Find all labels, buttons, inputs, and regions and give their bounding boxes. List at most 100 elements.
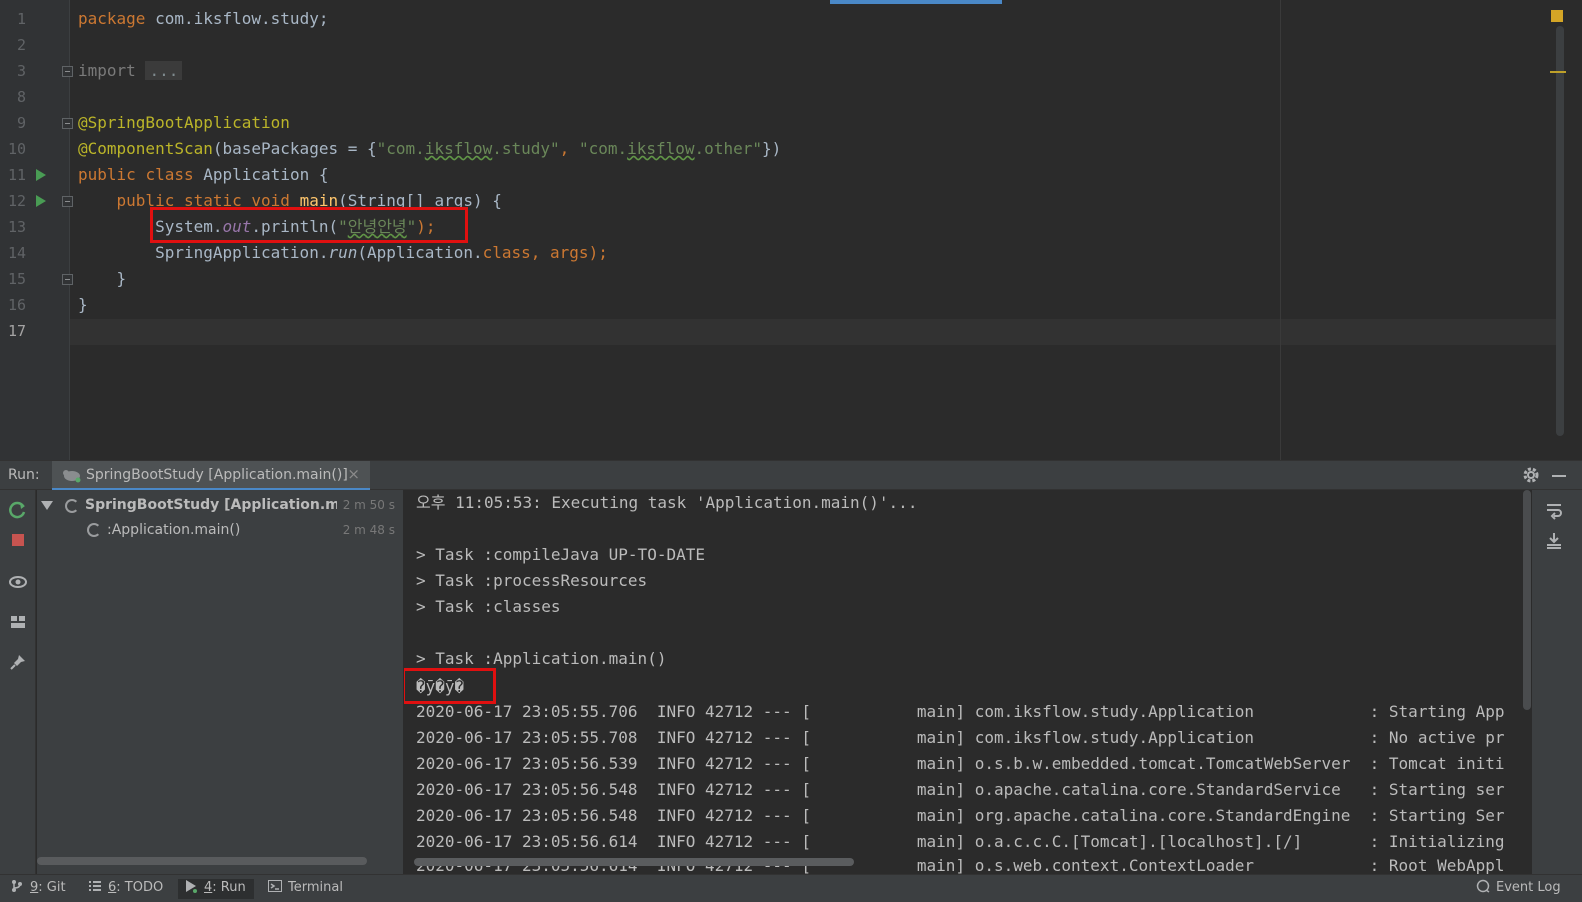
line-number: 10 [7, 140, 26, 158]
code-line-14: SpringApplication.run(Application.class,… [78, 240, 608, 266]
console-side-toolbar [1532, 490, 1582, 874]
git-tab[interactable]: 9: Git [10, 879, 72, 899]
code-token: }) [761, 139, 782, 158]
code-token: { [318, 165, 329, 184]
line-number: 9 [16, 114, 26, 132]
console-line: 2020-06-17 23:05:56.548 INFO 42712 --- [… [416, 806, 1505, 825]
run-tab-title: SpringBootStudy [Application.main()] [86, 467, 348, 483]
line-number: 12 [7, 192, 26, 210]
run-tree: SpringBootStudy [Application.main( 2 m 5… [37, 490, 403, 874]
code-token: (basePackages = { [212, 139, 377, 158]
code-token: iksflow [627, 139, 695, 158]
code-token: class [482, 243, 531, 262]
layout-icon[interactable] [8, 612, 28, 632]
code-token: .other" [694, 139, 762, 158]
run-main-gutter-icon[interactable] [36, 195, 46, 207]
code-line-1: package com.iksflow.study; [78, 6, 328, 32]
code-token: "com. [376, 139, 425, 158]
run-tab-label: : Run [212, 880, 246, 895]
run-class-gutter-icon[interactable] [36, 169, 46, 181]
console-line: > Task :compileJava UP-TO-DATE [416, 545, 705, 564]
stop-icon[interactable] [8, 530, 28, 550]
code-line-15: } [78, 266, 127, 292]
eye-icon[interactable] [8, 572, 28, 592]
console-line: > Task :classes [416, 597, 561, 616]
code-token: SpringApplication. [155, 243, 329, 262]
soft-wrap-icon[interactable] [1544, 500, 1564, 520]
line-number: 2 [16, 36, 26, 54]
folded-imports[interactable]: ... [145, 61, 183, 80]
rerun-icon[interactable] [8, 500, 28, 520]
terminal-icon [268, 880, 282, 892]
gear-icon[interactable] [1522, 466, 1540, 484]
editor-vertical-scrollbar[interactable] [1556, 26, 1564, 436]
highlight-box-garbled-output [404, 668, 496, 704]
line-number: 16 [7, 296, 26, 314]
caret-line-highlight [70, 319, 1560, 345]
event-log-icon [1476, 879, 1490, 893]
todo-tab-label: : TODO [116, 880, 164, 895]
todo-tab[interactable]: 6: TODO [88, 879, 168, 899]
console-line: 2020-06-17 23:05:55.706 INFO 42712 --- [… [416, 702, 1505, 721]
code-line-10: @ComponentScan(basePackages = {"com.iksf… [78, 136, 781, 162]
close-tab-icon[interactable]: × [347, 465, 360, 483]
running-spinner-icon [87, 523, 101, 537]
run-config-tab[interactable]: SpringBootStudy [Application.main()] × [52, 461, 370, 491]
line-number-current: 17 [7, 322, 26, 340]
code-token: package [78, 9, 146, 28]
line-number: 8 [16, 88, 26, 106]
console-line: 2020-06-17 23:05:55.708 INFO 42712 --- [… [416, 728, 1505, 747]
warning-marker[interactable] [1550, 71, 1566, 73]
console-vertical-scrollbar[interactable] [1523, 490, 1531, 710]
line-number: 14 [7, 244, 26, 262]
list-icon [89, 881, 101, 891]
console-horizontal-scrollbar[interactable] [414, 858, 854, 866]
run-panel-header: Run: SpringBootStudy [Application.main()… [0, 460, 1582, 491]
editor-gutter: 1 2 3 8 9 10 11 12 13 14 15 16 17 [0, 0, 73, 460]
gradle-elephant-icon [63, 470, 81, 483]
code-line-9: @SpringBootApplication [78, 110, 290, 136]
code-token: } [78, 295, 88, 314]
tree-item-label: :Application.main() [107, 522, 241, 538]
terminal-tab[interactable]: Terminal [268, 879, 354, 899]
run-icon [186, 880, 197, 893]
tree-horizontal-scrollbar[interactable] [37, 857, 367, 865]
console-output[interactable]: 오후 11:05:53: Executing task 'Application… [404, 490, 1524, 874]
tree-item-root[interactable]: SpringBootStudy [Application.main( 2 m 5… [37, 493, 403, 517]
console-line: 오후 11:05:53: Executing task 'Application… [416, 493, 918, 512]
code-token: (Application. [357, 243, 483, 262]
tree-item-label: SpringBootStudy [Application.main( [85, 497, 337, 513]
code-editor[interactable]: 1 2 3 8 9 10 11 12 13 14 15 16 17 packag… [0, 0, 1582, 460]
warning-indicator-icon[interactable] [1551, 10, 1563, 22]
highlight-box-println [150, 207, 468, 243]
code-token: @ComponentScan [78, 139, 213, 158]
pin-icon[interactable] [8, 652, 28, 672]
tree-item-time: 2 m 48 s [342, 523, 395, 537]
code-token: , [559, 139, 579, 158]
scroll-to-end-icon[interactable] [1544, 530, 1564, 550]
code-token: , args); [530, 243, 608, 262]
line-number: 13 [7, 218, 26, 236]
line-number: 1 [16, 10, 26, 28]
terminal-tab-label: Terminal [288, 880, 343, 895]
run-panel-label: Run: [8, 467, 40, 483]
running-spinner-icon [65, 499, 79, 513]
git-branch-icon [12, 880, 22, 892]
console-line: 2020-06-17 23:05:56.548 INFO 42712 --- [… [416, 780, 1505, 799]
line-number: 11 [7, 166, 26, 184]
git-tab-label: : Git [38, 880, 66, 895]
code-token: .study" [492, 139, 560, 158]
tree-item-child[interactable]: :Application.main() 2 m 48 s [37, 518, 403, 542]
code-token: import [78, 61, 136, 80]
event-log-tab[interactable]: Event Log [1476, 879, 1578, 899]
console-line: > Task :processResources [416, 571, 648, 590]
code-token: com.iksflow.study; [145, 9, 329, 28]
minimize-icon[interactable] [1552, 475, 1566, 477]
code-token: iksflow [424, 139, 493, 158]
code-token: public [78, 165, 136, 184]
code-line-11: public class Application { [78, 162, 329, 188]
code-token: class [145, 165, 194, 184]
code-token: @SpringBootApplication [78, 113, 290, 132]
expand-arrow-icon[interactable] [41, 501, 53, 510]
run-tool-tab[interactable]: 4: Run [178, 879, 254, 899]
